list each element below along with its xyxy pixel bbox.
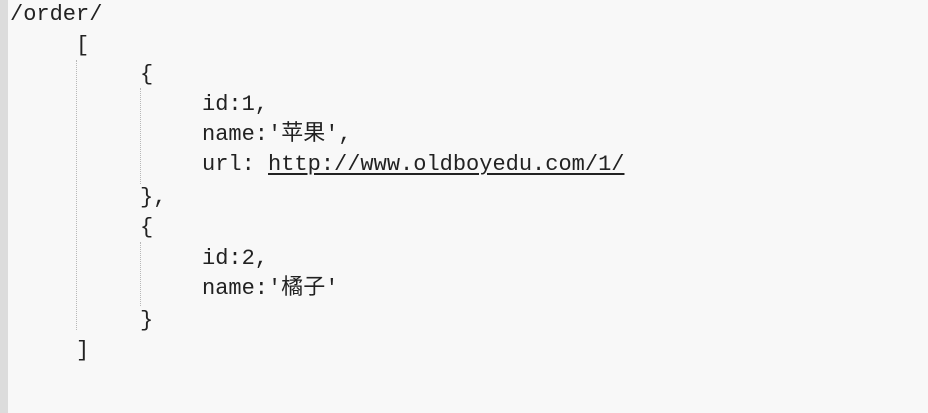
code-line-item2-open-brace: { bbox=[140, 215, 154, 240]
indent-guide-outer bbox=[76, 60, 77, 330]
indent-guide-item-2 bbox=[140, 242, 141, 306]
code-line-item2-name: name:'橘子' bbox=[202, 276, 339, 301]
code-line-item1-close-brace: }, bbox=[140, 185, 167, 210]
indent-guide-item-1 bbox=[140, 88, 141, 184]
code-line-item1-id: id:1, bbox=[202, 92, 269, 117]
code-line-route: /order/ bbox=[10, 2, 103, 27]
code-line-item2-close-brace: } bbox=[140, 308, 154, 333]
code-line-item1-name: name:'苹果', bbox=[202, 122, 352, 147]
code-editor[interactable]: /order/ [ { id:1, name:'苹果', url: http:/… bbox=[0, 0, 928, 413]
url-label: url: bbox=[202, 152, 269, 177]
code-line-item1-url: url: http://www.oldboyedu.com/1/ bbox=[202, 150, 624, 180]
code-line-close-bracket: ] bbox=[76, 338, 90, 363]
code-line-item1-open-brace: { bbox=[140, 62, 154, 87]
code-line-item2-id: id:2, bbox=[202, 246, 269, 271]
code-line-open-bracket: [ bbox=[76, 33, 90, 58]
url-link[interactable]: http://www.oldboyedu.com/1/ bbox=[268, 152, 624, 177]
